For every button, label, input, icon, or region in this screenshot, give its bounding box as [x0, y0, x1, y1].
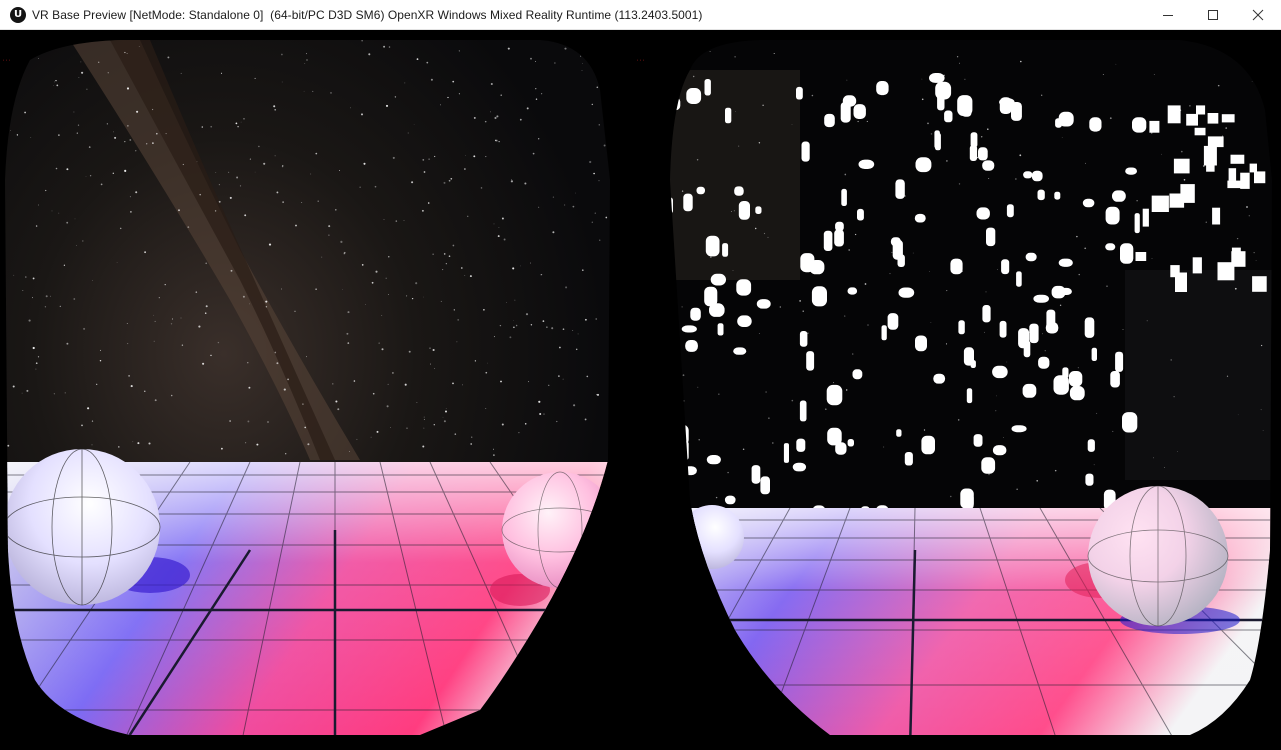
stat-overlay-right: ···	[636, 58, 646, 64]
maximize-button[interactable]	[1190, 0, 1236, 30]
close-icon	[1252, 9, 1264, 21]
title-bar[interactable]: U VR Base Preview [NetMode: Standalone 0…	[0, 0, 1281, 30]
close-button[interactable]	[1235, 0, 1281, 30]
application-window: U VR Base Preview [NetMode: Standalone 0…	[0, 0, 1281, 750]
maximize-icon	[1208, 10, 1218, 20]
window-title: VR Base Preview [NetMode: Standalone 0] …	[32, 7, 703, 22]
minimize-icon	[1163, 15, 1173, 16]
stat-overlay-left: ···	[2, 58, 12, 64]
unreal-engine-icon: U	[10, 6, 26, 23]
left-eye-view	[5, 40, 610, 735]
sphere	[502, 472, 610, 588]
sphere	[680, 505, 744, 569]
vr-stereo-viewport[interactable]: ··· ···	[0, 30, 1281, 750]
minimize-button[interactable]	[1145, 0, 1191, 30]
right-eye-view	[670, 40, 1272, 735]
